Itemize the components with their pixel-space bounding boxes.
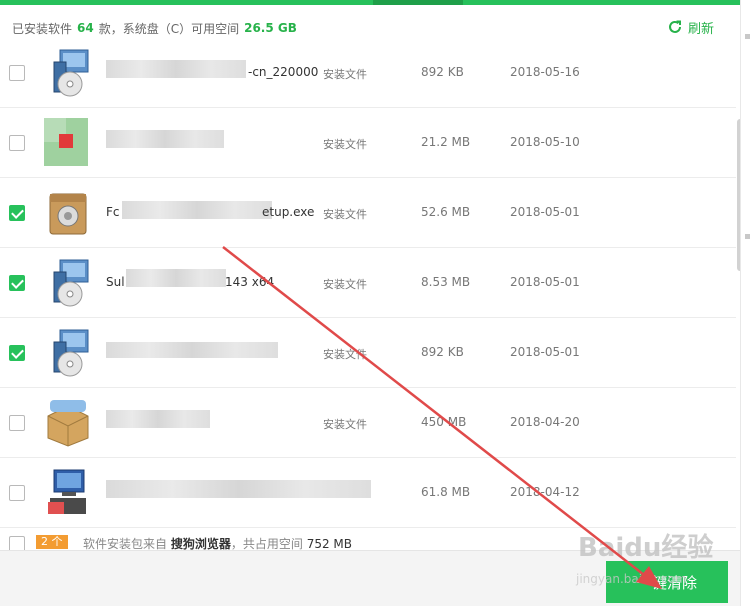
file-name-end: 143 x64 bbox=[225, 275, 275, 289]
file-date: 2018-05-10 bbox=[510, 135, 580, 149]
file-size: 450 MB bbox=[421, 415, 467, 429]
file-date: 2018-05-01 bbox=[510, 275, 580, 289]
installer-cd-icon bbox=[53, 329, 89, 377]
package-box-icon bbox=[49, 193, 87, 235]
group-source: 搜狗浏览器 bbox=[170, 537, 231, 551]
file-date: 2018-04-12 bbox=[510, 485, 580, 499]
summary-prefix: 已安装软件 bbox=[12, 21, 73, 36]
row-checkbox[interactable] bbox=[9, 275, 25, 291]
installer-cd-icon bbox=[53, 49, 89, 97]
installed-count: 64 bbox=[77, 21, 94, 35]
refresh-button[interactable]: 刷新 bbox=[667, 17, 714, 37]
row-checkbox[interactable] bbox=[9, 205, 25, 221]
file-date: 2018-05-16 bbox=[510, 65, 580, 79]
list-item[interactable]: 安装文件 892 KB 2018-05-01 bbox=[0, 318, 736, 388]
summary-middle: 款，系统盘（C）可用空间 bbox=[98, 21, 240, 36]
window-right-edge bbox=[740, 0, 752, 606]
blurred-filename bbox=[106, 60, 246, 78]
file-date: 2018-04-20 bbox=[510, 415, 580, 429]
blurred-filename bbox=[122, 201, 272, 219]
refresh-label: 刷新 bbox=[688, 21, 715, 37]
file-type: 安装文件 bbox=[323, 348, 367, 361]
blurred-filename bbox=[126, 269, 226, 287]
blurred-filename bbox=[106, 410, 210, 428]
file-type: 安装文件 bbox=[323, 68, 367, 81]
group-total: 752 MB bbox=[306, 537, 353, 551]
resize-nub bbox=[745, 234, 750, 239]
row-checkbox[interactable] bbox=[9, 65, 25, 81]
row-checkbox[interactable] bbox=[9, 345, 25, 361]
file-size: 61.8 MB bbox=[421, 485, 471, 499]
list-item[interactable]: -cn_220000 安装文件 892 KB 2018-05-16 bbox=[0, 38, 736, 108]
one-click-clean-button[interactable]: 一键清除 bbox=[606, 561, 728, 603]
group-count-badge: 2 个 bbox=[36, 535, 68, 549]
row-checkbox[interactable] bbox=[9, 415, 25, 431]
file-type: 安装文件 bbox=[323, 208, 367, 221]
file-size: 8.53 MB bbox=[421, 275, 471, 289]
blurred-filename bbox=[106, 130, 224, 148]
file-name-end: etup.exe bbox=[262, 205, 315, 219]
blurred-filename bbox=[106, 480, 371, 498]
file-name-start: Sul bbox=[106, 275, 125, 289]
file-size: 21.2 MB bbox=[421, 135, 471, 149]
file-date: 2018-05-01 bbox=[510, 205, 580, 219]
top-accent-bar bbox=[0, 0, 752, 5]
file-name-start: Fc bbox=[106, 205, 120, 219]
list-item[interactable]: 61.8 MB 2018-04-12 bbox=[0, 458, 736, 528]
row-checkbox[interactable] bbox=[9, 485, 25, 501]
resize-nub bbox=[745, 34, 750, 39]
refresh-icon bbox=[669, 20, 681, 33]
file-size: 892 KB bbox=[421, 345, 464, 359]
group-text-suffix: ，共占用空间 bbox=[230, 537, 303, 551]
top-accent-tab bbox=[373, 0, 463, 5]
file-type: 安装文件 bbox=[323, 278, 367, 291]
list-item[interactable]: Fc etup.exe 安装文件 52.6 MB 2018-05-01 bbox=[0, 178, 736, 248]
blurred-filename bbox=[106, 342, 278, 358]
installer-file-list: -cn_220000 安装文件 892 KB 2018-05-16 安装文件 2… bbox=[0, 38, 736, 530]
list-item[interactable]: 安装文件 450 MB 2018-04-20 bbox=[0, 388, 736, 458]
row-checkbox[interactable] bbox=[9, 135, 25, 151]
file-size: 52.6 MB bbox=[421, 205, 471, 219]
list-item[interactable]: 安装文件 21.2 MB 2018-05-10 bbox=[0, 108, 736, 178]
list-item[interactable]: Sul 143 x64 安装文件 8.53 MB 2018-05-01 bbox=[0, 248, 736, 318]
file-type: 安装文件 bbox=[323, 138, 367, 151]
group-text-prefix: 软件安装包来自 bbox=[83, 537, 168, 551]
file-type: 安装文件 bbox=[323, 418, 367, 431]
app-icon bbox=[44, 118, 88, 166]
file-date: 2018-05-01 bbox=[510, 345, 580, 359]
summary-bar: 已安装软件 64 款，系统盘（C）可用空间 26.5 GB bbox=[12, 19, 302, 37]
file-name: -cn_220000 bbox=[248, 65, 319, 79]
package-box-icon bbox=[47, 400, 89, 447]
group-summary-bar: 2 个 软件安装包来自 搜狗浏览器，共占用空间 752 MB bbox=[0, 530, 740, 552]
installer-cd-icon bbox=[53, 259, 89, 307]
file-size: 892 KB bbox=[421, 65, 464, 79]
free-space: 26.5 GB bbox=[244, 21, 297, 35]
setup-computer-icon bbox=[48, 469, 86, 514]
